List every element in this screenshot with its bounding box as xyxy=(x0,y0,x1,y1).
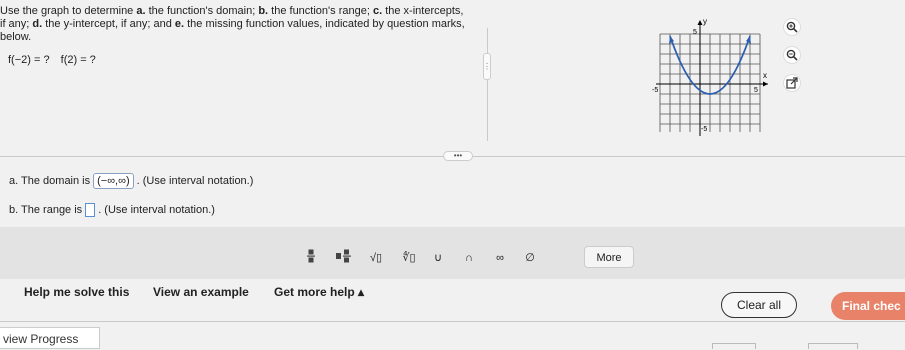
footer-decoration xyxy=(808,343,858,349)
footer-decoration xyxy=(712,343,756,349)
answer-part-b: b. The range is . (Use interval notation… xyxy=(9,203,215,217)
magnifier-plus-icon xyxy=(786,21,798,33)
math-toolbar: √▯ ∜▯ ∪ ∩ ∞ ∅ More xyxy=(0,227,905,279)
intersection-button[interactable]: ∩ xyxy=(461,249,477,267)
square-root-button[interactable]: √▯ xyxy=(366,249,386,267)
prompt-text: if any; xyxy=(0,18,33,30)
view-example-link[interactable]: View an example xyxy=(153,285,249,299)
nth-root-button[interactable]: ∜▯ xyxy=(398,249,420,267)
part-e-letter: e. xyxy=(174,18,185,30)
zoom-in-button[interactable] xyxy=(783,18,801,36)
external-link-icon xyxy=(786,77,798,89)
more-symbols-button[interactable]: More xyxy=(584,246,634,268)
part-a-letter: a. xyxy=(136,5,146,17)
expand-handle[interactable]: ••• xyxy=(443,151,473,161)
answer-b-prefix: b. The range is xyxy=(9,204,83,216)
prompt-text: the x-intercepts, xyxy=(382,5,464,17)
tick-label-bottom: -5 xyxy=(701,126,707,133)
function-graph: y x 5 -5 5 -5 xyxy=(650,14,774,142)
answer-a-prefix: a. The domain is xyxy=(9,175,91,187)
tick-label-top: 5 xyxy=(693,29,697,36)
help-me-solve-link[interactable]: Help me solve this xyxy=(24,285,129,299)
pane-divider xyxy=(487,28,488,141)
prompt-text: the function's domain; xyxy=(145,5,259,17)
function-values: f(−2) = ? f(2) = ? xyxy=(8,54,104,66)
f-neg2-value: f(−2) = ? xyxy=(8,54,50,66)
tick-label-left: -5 xyxy=(652,87,658,94)
infinity-button[interactable]: ∞ xyxy=(491,249,509,267)
answer-part-a: a. The domain is (−∞,∞) . (Use interval … xyxy=(9,173,253,189)
mixed-number-icon[interactable] xyxy=(336,249,352,267)
x-axis-label: x xyxy=(763,71,767,80)
y-axis-label: y xyxy=(703,17,707,26)
answer-a-suffix: . (Use interval notation.) xyxy=(136,175,254,187)
view-progress-button[interactable]: view Progress xyxy=(0,327,100,349)
union-button[interactable]: ∪ xyxy=(430,249,446,267)
range-answer-field[interactable] xyxy=(85,203,96,217)
final-check-button[interactable]: Final chec xyxy=(831,292,905,320)
prompt-text: Use the graph to determine xyxy=(0,5,137,17)
prompt-text: the function's range; xyxy=(268,5,373,17)
magnifier-minus-icon xyxy=(786,49,798,61)
part-d-letter: d. xyxy=(32,18,43,30)
pane-resize-handle[interactable]: ⋮ xyxy=(483,53,491,80)
prompt-text: the missing function values, indicated b… xyxy=(184,18,465,30)
get-more-help-link[interactable]: Get more help ▴ xyxy=(274,285,364,299)
part-b-letter: b. xyxy=(258,5,269,17)
part-c-letter: c. xyxy=(372,5,383,17)
answer-b-suffix: . (Use interval notation.) xyxy=(98,204,215,216)
tick-label-right: 5 xyxy=(754,87,758,94)
clear-all-button[interactable]: Clear all xyxy=(721,292,797,318)
prompt-text: the y-intercept, if any; and xyxy=(42,18,175,30)
prompt-text: below. xyxy=(0,31,32,43)
f-2-value: f(2) = ? xyxy=(60,54,96,66)
question-prompt: Use the graph to determine a. the functi… xyxy=(0,5,470,44)
empty-set-button[interactable]: ∅ xyxy=(522,249,538,267)
open-external-button[interactable] xyxy=(783,74,801,92)
fraction-icon[interactable] xyxy=(305,249,317,267)
zoom-out-button[interactable] xyxy=(783,46,801,64)
footer-divider xyxy=(0,321,905,322)
domain-answer-field[interactable]: (−∞,∞) xyxy=(93,173,134,189)
